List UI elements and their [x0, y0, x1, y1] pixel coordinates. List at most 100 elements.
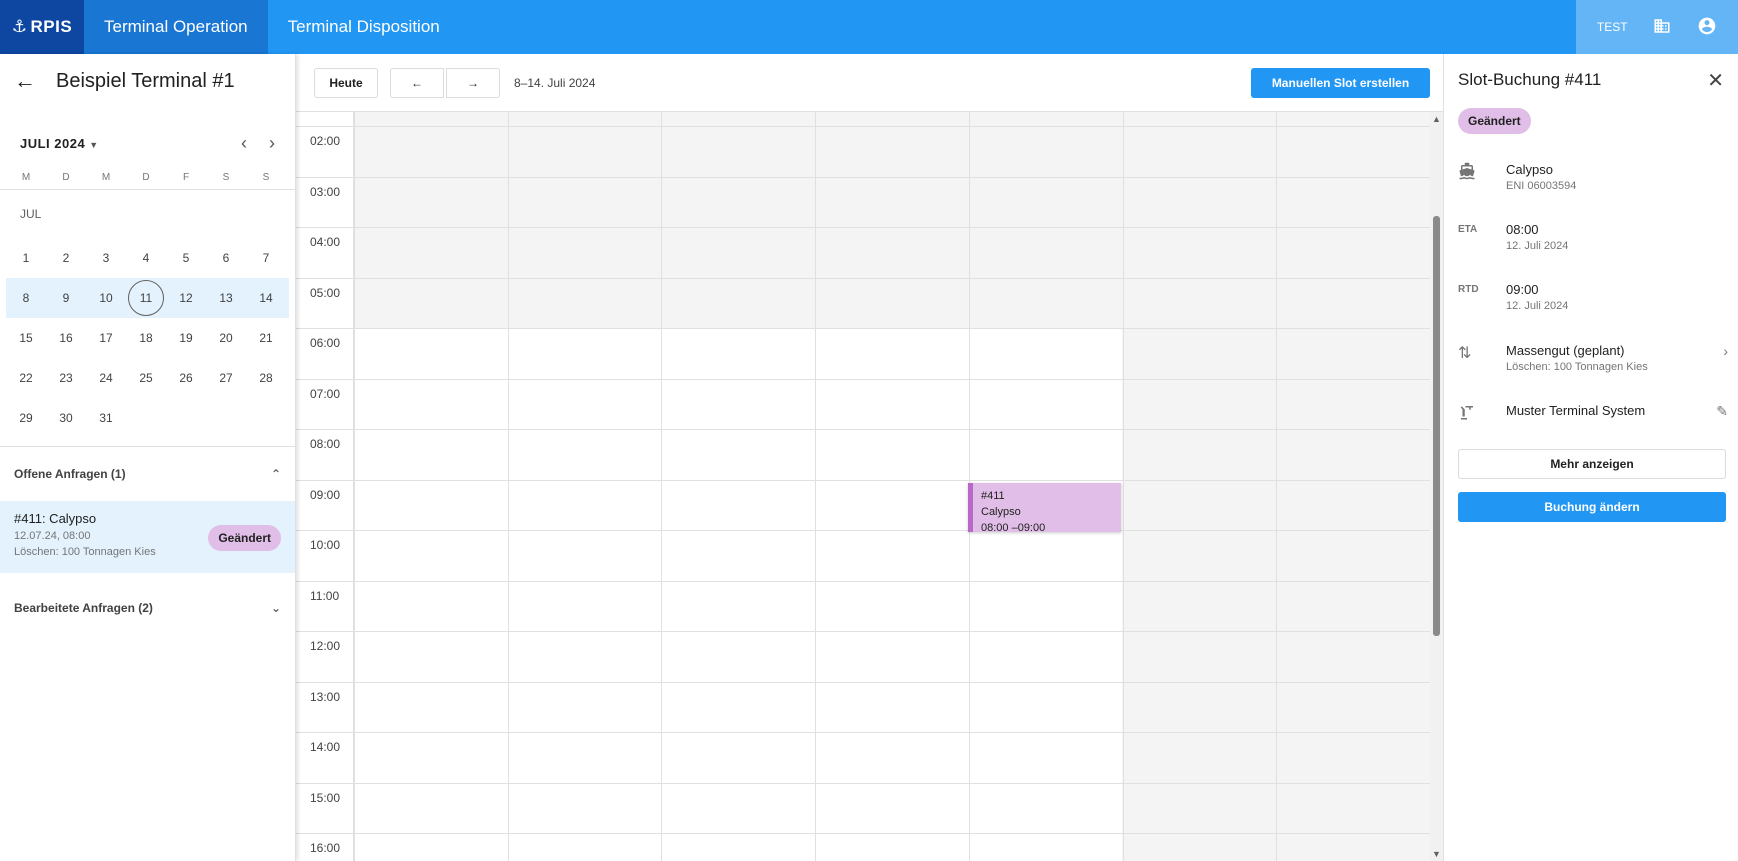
rtd-row: RTD 09:00 12. Juli 2024	[1458, 282, 1728, 322]
hour-gridline	[296, 227, 1430, 228]
event-time: 08:00 –09:00	[981, 522, 1046, 532]
calendar-day[interactable]: 10	[86, 280, 126, 316]
app-logo[interactable]: ⚓ RPIS	[0, 0, 84, 54]
off-hours-shading	[354, 112, 1430, 328]
tab-terminal-disposition[interactable]: Terminal Disposition	[268, 0, 460, 54]
calendar-week: 22 23 24 25 26 27 28	[0, 358, 295, 398]
edit-pencil-icon[interactable]: ✎	[1716, 403, 1728, 420]
processed-requests-label: Bearbeitete Anfragen (2)	[14, 601, 153, 615]
processed-requests-header[interactable]: Bearbeitete Anfragen (2) ⌄	[0, 581, 295, 635]
calendar-day[interactable]: 19	[166, 320, 206, 356]
calendar-day[interactable]: 8	[6, 280, 46, 316]
weekday-header: M D M D F S S	[0, 166, 295, 190]
weekday-label: D	[142, 172, 150, 183]
calendar-day[interactable]: 29	[6, 400, 46, 436]
calendar-day[interactable]: 2	[46, 240, 86, 276]
calendar-week: 29 30 31	[0, 398, 295, 438]
vessel-eni: ENI 06003594	[1506, 180, 1577, 192]
calendar-day[interactable]: 20	[206, 320, 246, 356]
scroll-down-icon[interactable]: ▼	[1432, 849, 1441, 859]
day-column-divider	[815, 112, 817, 861]
calendar-day[interactable]: 27	[206, 360, 246, 396]
slot-event[interactable]: #411 Calypso 08:00 –09:00	[968, 483, 1121, 532]
top-app-bar: ⚓ RPIS Terminal Operation Terminal Dispo…	[0, 0, 1738, 54]
calendar-scrollbar[interactable]: ▲ ▼	[1430, 112, 1443, 861]
calendar-days: 1 2 3 4 5 6 7 8 9 10 11 12 13 14 15 16 17 18 19 20 21 22 23 24 2…	[0, 238, 295, 438]
weekday-label: M	[101, 172, 111, 183]
calendar-day[interactable]: 12	[166, 280, 206, 316]
account-icon[interactable]	[1697, 16, 1717, 39]
hour-gridline	[296, 530, 1430, 531]
eta-date: 12. Juli 2024	[1506, 240, 1569, 252]
cargo-row[interactable]: ⇅ Massengut (geplant) Löschen: 100 Tonna…	[1458, 343, 1728, 383]
detail-title: Slot-Buchung #411	[1458, 70, 1602, 89]
calendar-day[interactable]: 25	[126, 360, 166, 396]
today-button[interactable]: Heute	[314, 67, 378, 98]
calendar-day[interactable]: 30	[46, 400, 86, 436]
calendar-day[interactable]: 21	[246, 320, 286, 356]
calendar-day[interactable]: 11	[126, 280, 166, 316]
calendar-day[interactable]: 31	[86, 400, 126, 436]
crane-icon	[1458, 403, 1488, 426]
hour-gridline	[296, 631, 1430, 632]
building-icon[interactable]	[1653, 17, 1671, 38]
weekday-label: M	[21, 172, 31, 183]
rtd-date: 12. Juli 2024	[1506, 300, 1569, 312]
calendar-day[interactable]: 23	[46, 360, 86, 396]
change-booking-button[interactable]: Buchung ändern	[1458, 492, 1726, 522]
calendar-day[interactable]: 24	[86, 360, 126, 396]
calendar-day[interactable]: 14	[246, 280, 286, 316]
next-month-icon[interactable]: ›	[269, 133, 275, 154]
month-short-label: JUL	[20, 207, 42, 221]
system-row: Muster Terminal System ✎	[1458, 403, 1728, 433]
hour-label: 11:00	[310, 588, 340, 603]
calendar-day[interactable]: 18	[126, 320, 166, 356]
calendar-day[interactable]: 7	[246, 240, 286, 276]
calendar-day[interactable]: 16	[46, 320, 86, 356]
scroll-thumb[interactable]	[1433, 216, 1440, 636]
calendar-day[interactable]: 26	[166, 360, 206, 396]
logo-icon: ⚓	[11, 17, 28, 36]
calendar-day[interactable]: 22	[6, 360, 46, 396]
previous-month-icon[interactable]: ‹	[241, 133, 247, 154]
back-arrow-icon[interactable]: ←	[14, 68, 44, 94]
hour-label: 12:00	[310, 639, 341, 653]
hour-label: 08:00	[310, 437, 341, 451]
calendar-day[interactable]: 28	[246, 360, 286, 396]
calendar-day	[126, 400, 166, 436]
top-right-actions: TEST	[1576, 0, 1738, 54]
chevron-right-icon[interactable]: ›	[1723, 343, 1728, 359]
calendar-day[interactable]: 3	[86, 240, 126, 276]
calendar-day[interactable]: 1	[6, 240, 46, 276]
calendar-day[interactable]: 6	[206, 240, 246, 276]
tab-terminal-operation[interactable]: Terminal Operation	[84, 0, 268, 54]
terminal-system: Muster Terminal System	[1506, 403, 1646, 418]
hour-gridline	[296, 176, 1430, 178]
open-requests-header[interactable]: Offene Anfragen (1) ⌃	[0, 447, 295, 501]
calendar-day[interactable]: 15	[6, 320, 46, 356]
hour-label: 16:00	[310, 841, 341, 855]
calendar-day[interactable]: 4	[126, 240, 166, 276]
calendar-day[interactable]: 9	[46, 280, 86, 316]
show-more-button[interactable]: Mehr anzeigen	[1458, 449, 1726, 479]
rtd-time: 09:00	[1506, 282, 1539, 297]
hour-label: 03:00	[310, 184, 341, 199]
calendar-grid[interactable]: 02:00 03:00 04:00 05:00 06:00 07:00 08:00 09:00…	[296, 112, 1430, 861]
create-manual-slot-button[interactable]: Manuellen Slot erstellen	[1251, 67, 1430, 98]
next-week-button[interactable]: →	[446, 67, 500, 98]
scroll-up-icon[interactable]: ▲	[1432, 114, 1441, 124]
calendar-day[interactable]: 5	[166, 240, 206, 276]
request-item[interactable]: #411: Calypso 12.07.24, 08:00 Löschen: 1…	[0, 501, 295, 573]
calendar-day[interactable]: 17	[86, 320, 126, 356]
vessel-name: Calypso	[1506, 162, 1553, 177]
hour-label: 09:00	[310, 487, 341, 502]
hour-label: 05:00	[310, 285, 341, 300]
chevron-down-icon: ⌄	[270, 601, 281, 615]
calendar-week: 8 9 10 11 12 13 14	[6, 278, 289, 318]
calendar-day[interactable]: 13	[206, 280, 246, 316]
close-icon[interactable]: ✕	[1707, 68, 1724, 93]
previous-week-button[interactable]: ←	[390, 67, 444, 98]
hour-gridline	[296, 580, 1430, 582]
status-badge: Geändert	[1458, 108, 1531, 134]
month-dropdown[interactable]: JULI 2024 ▼	[20, 136, 99, 151]
